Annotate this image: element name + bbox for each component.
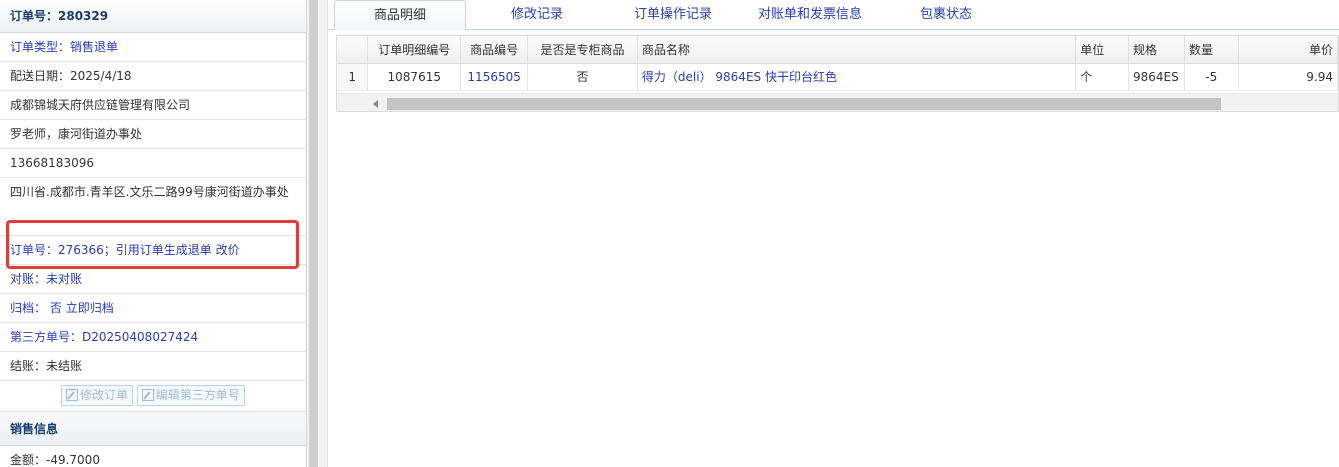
order-type-label: 订单类型： (10, 40, 71, 54)
cell-is-counter: 否 (527, 63, 638, 91)
cell-unit: 个 (1075, 63, 1129, 91)
col-spec[interactable]: 规格 (1128, 36, 1185, 64)
col-detail-id[interactable]: 订单明细编号 (367, 36, 462, 64)
col-product-id[interactable]: 商品编号 (460, 36, 529, 64)
edit-icon (141, 389, 154, 401)
change-price-link[interactable]: 改价 (216, 243, 240, 257)
order-type-row: 订单类型：销售退单 (0, 33, 306, 62)
scroll-thumb[interactable] (387, 98, 1221, 110)
reconcile-row: 对账：未对账 (0, 265, 306, 294)
edit-third-party-button[interactable]: 编辑第三方单号 (136, 385, 245, 406)
tab-package-status[interactable]: 包裹状态 (906, 0, 986, 30)
tab-order-operations[interactable]: 订单操作记录 (618, 0, 728, 30)
left-scrollbar[interactable] (309, 0, 318, 467)
tab-statement-invoice[interactable]: 对账单和发票信息 (748, 0, 872, 30)
col-price[interactable]: 单价 (1238, 36, 1338, 64)
cell-qty: -5 (1184, 63, 1239, 91)
cell-detail-id: 1087615 (367, 63, 462, 91)
cell-product-id-link[interactable]: 1156505 (460, 63, 529, 91)
reconcile-value: 未对账 (46, 272, 83, 286)
edit-third-party-label: 编辑第三方单号 (155, 388, 240, 402)
edit-order-label: 修改订单 (80, 388, 129, 402)
archive-label: 归档： (10, 301, 47, 315)
archive-row: 归档： 否 立即归档 (0, 294, 306, 323)
reconcile-label: 对账： (10, 272, 47, 286)
edit-icon (66, 389, 79, 401)
panel-divider (321, 0, 328, 467)
col-unit[interactable]: 单位 (1075, 36, 1129, 64)
product-table: 订单明细编号 商品编号 是否是专柜商品 商品名称 单位 规格 数量 单价 1 1… (337, 36, 1338, 91)
archive-now-link[interactable]: 立即归档 (66, 301, 114, 315)
col-index (337, 36, 369, 64)
third-party-order: 第三方单号：D20250408027424 (0, 323, 306, 352)
order-actions: 修改订单 编辑第三方单号 (0, 381, 306, 412)
tab-change-log[interactable]: 修改记录 (488, 0, 586, 30)
row-index: 1 (337, 63, 369, 91)
cell-price: 9.94 (1238, 63, 1338, 91)
panel-splitter[interactable] (307, 0, 321, 467)
col-qty[interactable]: 数量 (1184, 36, 1239, 64)
tab-bar: 商品明细 修改记录 订单操作记录 对账单和发票信息 包裹状态 (328, 0, 1339, 31)
contact-info: 罗老师，康河街道办事处 (0, 120, 306, 149)
horizontal-scrollbar[interactable] (337, 93, 1338, 111)
settle-status: 结账：未结账 (0, 352, 306, 381)
table-row[interactable]: 1 1087615 1156505 否 得力（deli） 9864ES 快干印台… (337, 63, 1338, 91)
scroll-left-arrow-icon[interactable] (373, 100, 378, 108)
order-info-panel: 订单号：280329 订单类型：销售退单 配送日期：2025/4/18 成都锦城… (0, 0, 307, 467)
cell-spec: 9864ES (1128, 63, 1185, 91)
detail-panel: 商品明细 修改记录 订单操作记录 对账单和发票信息 包裹状态 订单明细编号 商品… (328, 0, 1339, 467)
product-grid: 订单明细编号 商品编号 是否是专柜商品 商品名称 单位 规格 数量 单价 1 1… (336, 35, 1339, 112)
cell-product-name-link[interactable]: 得力（deli） 9864ES 快干印台红色 (637, 63, 1077, 91)
sales-info-header: 销售信息 (0, 412, 306, 446)
table-header-row: 订单明细编号 商品编号 是否是专柜商品 商品名称 单位 规格 数量 单价 (337, 36, 1338, 64)
ref-order-label: 订单号：276366；引用订单生成退单 (10, 243, 212, 257)
delivery-address: 四川省.成都市.青羊区.文乐二路99号康河街道办事处 (0, 178, 306, 236)
company-name: 成都锦城天府供应链管理有限公司 (0, 91, 306, 120)
col-product-name[interactable]: 商品名称 (637, 36, 1077, 64)
delivery-date: 配送日期：2025/4/18 (0, 62, 306, 91)
phone-number: 13668183096 (0, 149, 306, 178)
sales-amount: 金额：-49.7000 (0, 446, 306, 467)
tab-product-detail[interactable]: 商品明细 (334, 0, 466, 31)
col-is-counter[interactable]: 是否是专柜商品 (527, 36, 638, 64)
order-number-header: 订单号：280329 (0, 0, 306, 33)
order-type-value: 销售退单 (70, 40, 119, 54)
archive-value: 否 (49, 301, 62, 315)
edit-order-button[interactable]: 修改订单 (61, 385, 134, 406)
ref-order-row: 订单号：276366；引用订单生成退单 改价 (0, 236, 306, 265)
